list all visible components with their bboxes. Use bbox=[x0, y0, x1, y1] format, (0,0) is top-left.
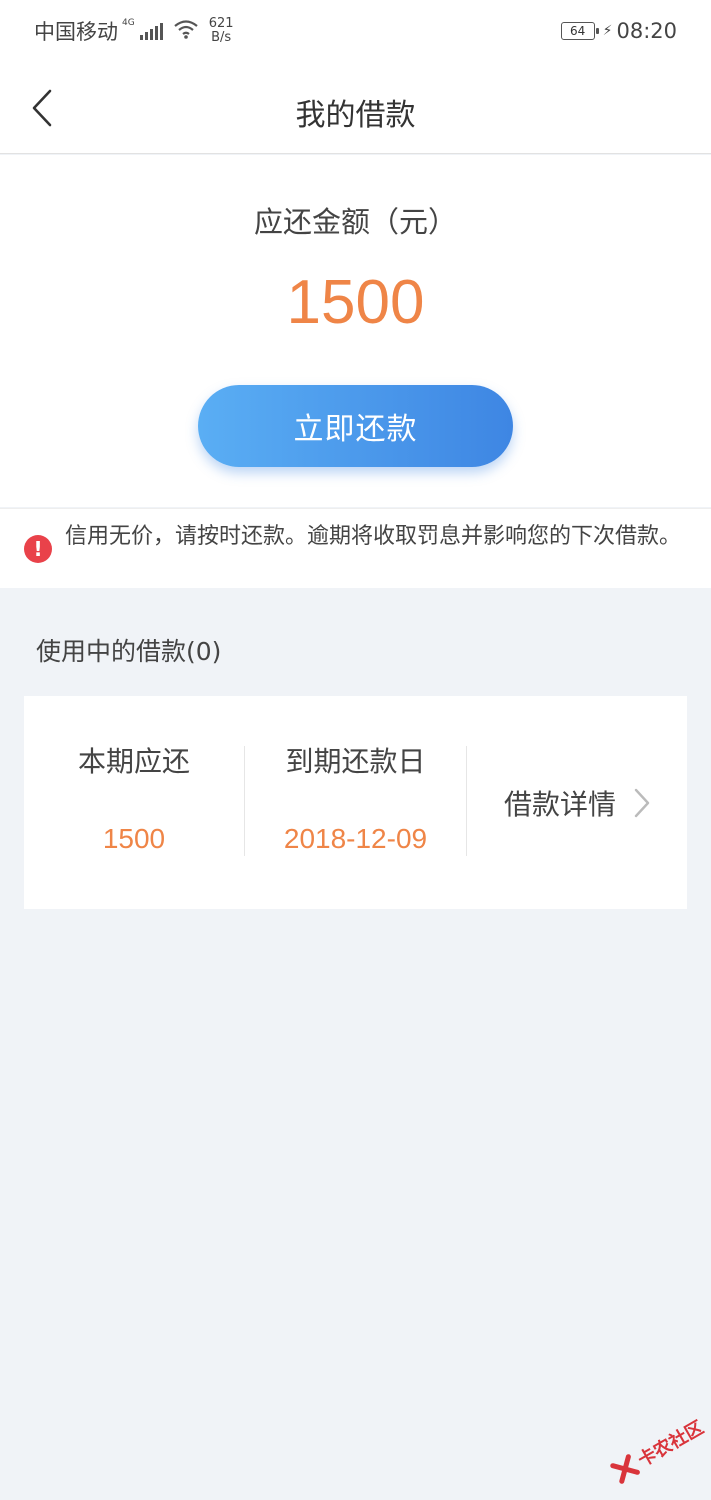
speed-value: 621 bbox=[208, 16, 234, 31]
current-due-value: 1500 bbox=[102, 823, 166, 854]
notice-banner: ! 信用无价，请按时还款。逾期将收取罚息并影响您的下次借款。 bbox=[0, 508, 711, 588]
alert-icon: ! bbox=[24, 535, 52, 563]
status-left: 中国移动 4G 621 B/s bbox=[34, 16, 234, 46]
due-date-column: 到期还款日 2018-12-09 bbox=[245, 696, 466, 909]
page-title: 我的借款 bbox=[295, 98, 416, 133]
current-due-column: 本期应还 1500 bbox=[24, 696, 244, 909]
notice-text: 信用无价，请按时还款。逾期将收取罚息并影响您的下次借款。 bbox=[65, 524, 682, 549]
charging-icon: ⚡ bbox=[602, 23, 613, 39]
current-due-label: 本期应还 bbox=[77, 745, 190, 778]
status-bar: 中国移动 4G 621 B/s 64 ⚡ 08:20 bbox=[0, 0, 711, 62]
carrier-name: 中国移动 bbox=[34, 20, 118, 44]
amount-label: 应还金额（元） bbox=[253, 205, 457, 239]
repay-now-button[interactable]: 立即还款 bbox=[198, 385, 513, 467]
watermark-text: 卡农社区 bbox=[634, 1417, 708, 1472]
amount-section: 应还金额（元） 1500 立即还款 bbox=[0, 155, 711, 507]
status-right: 64 ⚡ 08:20 bbox=[560, 16, 677, 46]
amount-value: 1500 bbox=[286, 268, 425, 337]
battery-level: 64 bbox=[569, 24, 586, 38]
active-loans-title: 使用中的借款(0) bbox=[36, 637, 222, 666]
loan-details-label: 借款详情 bbox=[503, 787, 616, 821]
network-type: 4G bbox=[122, 18, 135, 28]
due-date-value: 2018-12-09 bbox=[283, 823, 428, 854]
wifi-icon bbox=[173, 19, 199, 44]
speed-unit: B/s bbox=[211, 30, 232, 45]
due-date-label: 到期还款日 bbox=[285, 745, 426, 778]
signal-icon bbox=[139, 22, 163, 40]
network-speed: 621 B/s bbox=[209, 17, 234, 45]
loan-details-link[interactable]: 借款详情 bbox=[467, 696, 687, 909]
chevron-right-icon bbox=[634, 788, 650, 817]
header: 我的借款 bbox=[0, 62, 711, 154]
clock: 08:20 bbox=[616, 19, 677, 43]
loan-card: 本期应还 1500 到期还款日 2018-12-09 借款详情 bbox=[24, 696, 687, 909]
watermark: 卡农社区 bbox=[599, 1397, 711, 1500]
battery-icon: 64 bbox=[560, 22, 599, 40]
